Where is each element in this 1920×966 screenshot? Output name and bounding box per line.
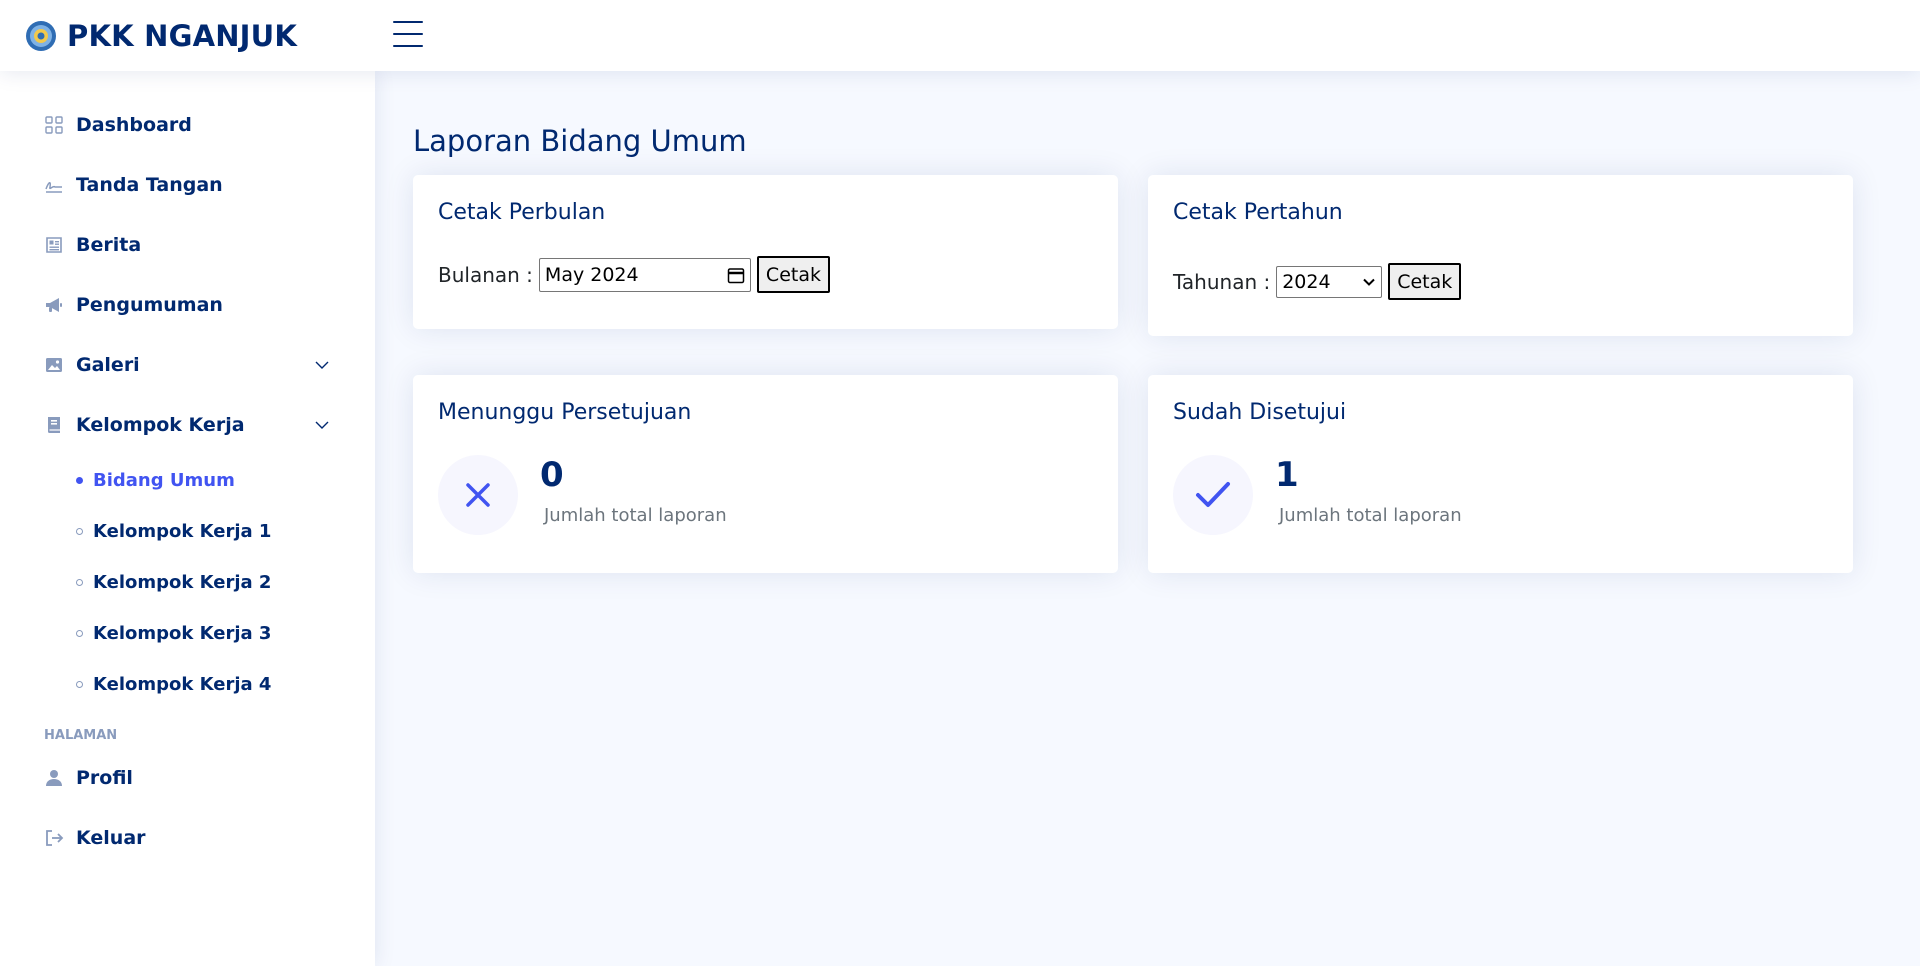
sidebar: Dashboard Tanda Tangan Berita Pengumuman… <box>0 71 375 966</box>
yearly-print-button[interactable]: Cetak <box>1388 263 1462 300</box>
signature-icon <box>44 175 64 195</box>
sidebar-item-pengumuman[interactable]: Pengumuman <box>0 275 375 335</box>
sidebar-item-berita[interactable]: Berita <box>0 215 375 275</box>
newspaper-icon <box>44 235 64 255</box>
card-title: Sudah Disetujui <box>1173 400 1347 425</box>
bullet-icon <box>76 630 83 637</box>
sidebar-item-profil[interactable]: Profil <box>0 748 375 808</box>
stat-caption: Jumlah total laporan <box>544 505 727 526</box>
sidebar-item-label: Berita <box>76 234 142 256</box>
main-content: Laporan Bidang Umum Cetak Perbulan Bulan… <box>375 71 1920 966</box>
sidebar-section-heading: HALAMAN <box>44 727 118 743</box>
sidebar-subitem-label: Kelompok Kerja 1 <box>93 521 272 542</box>
person-icon <box>44 768 64 788</box>
sidebar-item-keluar[interactable]: Keluar <box>0 808 375 868</box>
sidebar-item-tanda-tangan[interactable]: Tanda Tangan <box>0 155 375 215</box>
sidebar-item-label: Kelompok Kerja <box>76 414 245 436</box>
monthly-print-card: Cetak Perbulan Bulanan : May 2024 Cetak <box>413 175 1118 329</box>
pending-count: 0 <box>540 455 564 495</box>
sidebar-subitem-label: Kelompok Kerja 3 <box>93 623 272 644</box>
yearly-print-card: Cetak Pertahun Tahunan : 2024 Cetak <box>1148 175 1853 336</box>
bullet-icon <box>76 528 83 535</box>
bullet-icon <box>76 579 83 586</box>
sidebar-item-dashboard[interactable]: Dashboard <box>0 95 375 155</box>
chevron-down-icon[interactable] <box>313 416 331 434</box>
sidebar-item-label: Tanda Tangan <box>76 174 223 196</box>
logo[interactable]: PKK NGANJUK <box>25 19 297 53</box>
card-title: Cetak Perbulan <box>438 200 606 225</box>
sidebar-subitem-label: Bidang Umum <box>93 470 235 491</box>
yearly-form: Tahunan : 2024 Cetak <box>1173 263 1462 300</box>
sidebar-item-label: Galeri <box>76 354 140 376</box>
year-select-value: 2024 <box>1282 270 1331 293</box>
sidebar-subitem-kelompok-kerja-4[interactable]: Kelompok Kerja 4 <box>0 659 375 710</box>
book-icon <box>44 415 64 435</box>
stat-icon-circle <box>1173 455 1253 535</box>
bullet-icon <box>76 681 83 688</box>
sidebar-subitem-kelompok-kerja-1[interactable]: Kelompok Kerja 1 <box>0 506 375 557</box>
monthly-form: Bulanan : May 2024 Cetak <box>438 256 830 293</box>
logo-text: PKK NGANJUK <box>67 18 298 53</box>
bullet-icon <box>76 477 83 484</box>
logo-emblem-icon <box>26 20 56 51</box>
monthly-print-button[interactable]: Cetak <box>756 256 830 293</box>
approved-card: Sudah Disetujui 1 Jumlah total laporan <box>1148 375 1853 573</box>
card-title: Menunggu Persetujuan <box>438 400 692 425</box>
year-select[interactable]: 2024 <box>1276 265 1383 298</box>
grid-icon <box>44 115 64 135</box>
card-title: Cetak Pertahun <box>1173 200 1343 225</box>
page-title: Laporan Bidang Umum <box>413 124 747 158</box>
yearly-label: Tahunan : <box>1173 269 1271 294</box>
approved-count: 1 <box>1275 455 1299 495</box>
sidebar-subitem-kelompok-kerja-3[interactable]: Kelompok Kerja 3 <box>0 608 375 659</box>
check-icon <box>1196 482 1230 507</box>
sidebar-subitem-kelompok-kerja-2[interactable]: Kelompok Kerja 2 <box>0 557 375 608</box>
sidebar-item-kelompok-kerja[interactable]: Kelompok Kerja <box>0 395 375 455</box>
stat-caption: Jumlah total laporan <box>1279 505 1462 526</box>
image-icon <box>44 355 64 375</box>
top-header: PKK NGANJUK <box>0 0 1920 71</box>
month-input-value: May 2024 <box>544 263 639 286</box>
sidebar-item-label: Profil <box>76 767 133 789</box>
month-input[interactable]: May 2024 <box>538 257 751 292</box>
sidebar-subitem-label: Kelompok Kerja 2 <box>93 572 272 593</box>
pending-approval-card: Menunggu Persetujuan 0 Jumlah total lapo… <box>413 375 1118 573</box>
logout-icon <box>44 828 64 848</box>
stat-icon-circle <box>438 455 518 535</box>
sidebar-item-galeri[interactable]: Galeri <box>0 335 375 395</box>
sidebar-item-label: Pengumuman <box>76 294 223 316</box>
sidebar-item-label: Keluar <box>76 827 146 849</box>
sidebar-item-label: Dashboard <box>76 114 192 136</box>
sidebar-subitem-label: Kelompok Kerja 4 <box>93 674 272 695</box>
menu-toggle-icon[interactable] <box>393 21 423 47</box>
chevron-down-icon[interactable] <box>313 356 331 374</box>
sidebar-subitem-bidang-umum[interactable]: Bidang Umum <box>0 455 375 506</box>
chevron-down-icon <box>1363 278 1375 286</box>
monthly-label: Bulanan : <box>438 262 533 287</box>
close-icon <box>466 483 490 507</box>
calendar-icon[interactable] <box>727 266 745 284</box>
megaphone-icon <box>44 295 64 315</box>
